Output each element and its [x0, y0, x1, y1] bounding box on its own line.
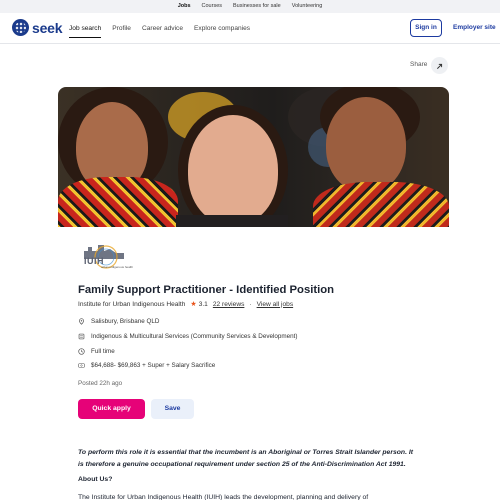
salary-text: $64,688- $69,863 + Super + Salary Sacrif… [91, 362, 216, 369]
work-type-row: Full time [78, 348, 115, 355]
share-icon [436, 63, 442, 69]
company-banner-image [58, 87, 449, 227]
topstrip-volunteering[interactable]: Volunteering [292, 0, 323, 13]
brand-name: seek [32, 19, 63, 36]
reviews-link[interactable]: 22 reviews [213, 301, 245, 308]
posted-time: Posted 22h ago [78, 380, 123, 387]
nav-career-advice[interactable]: Career advice [142, 13, 183, 44]
topstrip-businesses[interactable]: Businesses for sale [233, 0, 281, 13]
employer-site-link[interactable]: Employer site [453, 19, 496, 37]
quick-apply-button[interactable]: Quick apply [78, 399, 145, 419]
top-strip: Jobs Courses Businesses for sale Volunte… [0, 0, 500, 13]
rating-value: 3.1 [198, 300, 208, 308]
rating-group: ★ 3.1 [190, 300, 208, 309]
logo-sublettering: urban indigenous health [101, 265, 134, 269]
main-nav: Job search Profile Career advice Explore… [69, 13, 250, 44]
header: seek Job search Profile Career advice Ex… [0, 13, 500, 44]
company-name[interactable]: Institute for Urban Indigenous Health [78, 301, 185, 308]
nav-explore-companies[interactable]: Explore companies [194, 13, 250, 44]
money-icon [78, 362, 85, 369]
job-title: Family Support Practitioner - Identified… [78, 284, 335, 296]
location-pin-icon [78, 318, 85, 325]
about-text: The Institute for Urban Indigenous Healt… [78, 494, 369, 500]
location-text[interactable]: Salisbury, Brisbane QLD [91, 318, 159, 325]
salary-row: $64,688- $69,863 + Super + Salary Sacrif… [78, 362, 215, 369]
clock-icon [78, 348, 85, 355]
category-text[interactable]: Indigenous & Multicultural Services (Com… [91, 333, 297, 340]
topstrip-jobs[interactable]: Jobs [178, 0, 191, 13]
category-icon [78, 333, 85, 340]
separator-dot: · [249, 300, 252, 308]
about-heading: About Us? [78, 476, 113, 483]
star-icon: ★ [190, 301, 197, 308]
company-row: Institute for Urban Indigenous Health ★ … [78, 300, 294, 309]
seek-logo[interactable]: seek [12, 19, 63, 36]
seek-logo-icon [12, 19, 29, 36]
nav-profile[interactable]: Profile [112, 13, 131, 44]
category-row: Indigenous & Multicultural Services (Com… [78, 333, 297, 340]
save-button[interactable]: Save [151, 399, 194, 419]
view-all-jobs-link[interactable]: View all jobs [257, 301, 294, 308]
sign-in-button[interactable]: Sign in [410, 19, 442, 37]
location-row: Salisbury, Brisbane QLD [78, 318, 159, 325]
topstrip-courses[interactable]: Courses [202, 0, 222, 13]
nav-job-search[interactable]: Job search [69, 13, 102, 44]
share-label: Share [410, 61, 428, 68]
company-logo: IUIH urban indigenous health [76, 237, 134, 275]
description-intro: To perform this role it is essential tha… [78, 449, 413, 468]
share-button[interactable] [431, 57, 448, 74]
work-type-text: Full time [91, 348, 115, 355]
